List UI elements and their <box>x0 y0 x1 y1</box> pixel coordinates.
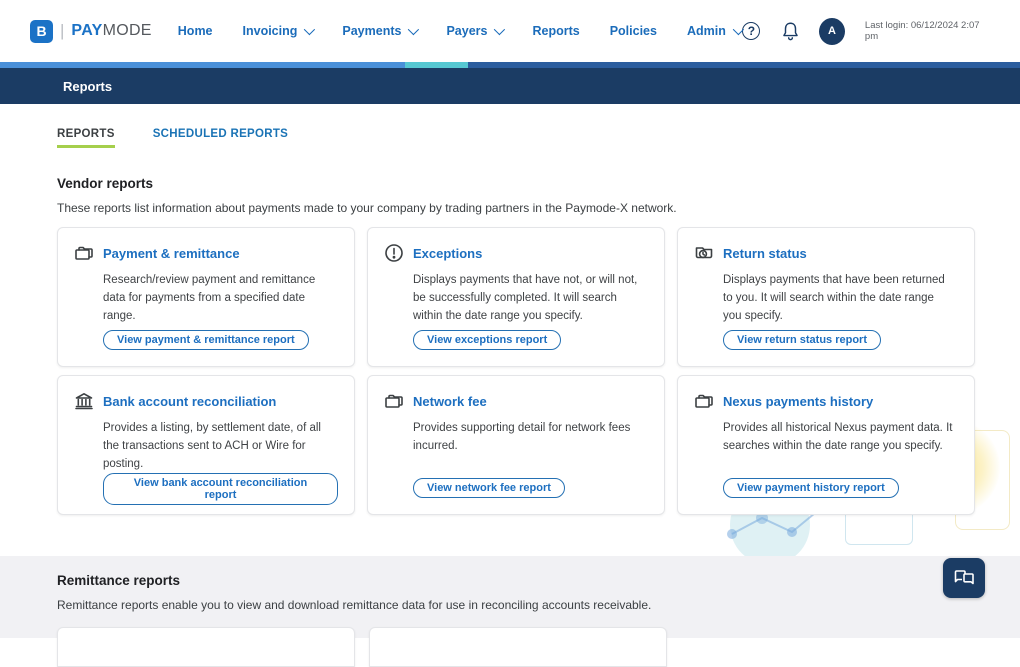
logo-mode: MODE <box>103 22 152 39</box>
tab-scheduled-reports[interactable]: SCHEDULED REPORTS <box>153 128 288 148</box>
card-title: Nexus payments history <box>723 394 873 409</box>
remittance-card-partial <box>369 627 667 667</box>
page-title: Reports <box>63 79 112 94</box>
top-navbar: B | PAYMODE Home Invoicing Payments Paye… <box>0 0 1020 62</box>
paymode-logo[interactable]: B | PAYMODE <box>30 20 152 43</box>
card-description: Provides all historical Nexus payment da… <box>723 420 954 456</box>
view-bank-account-reconciliation-report-button[interactable]: View bank account reconciliation report <box>103 473 338 505</box>
nav-label: Reports <box>532 24 579 38</box>
folders-icon <box>384 391 404 411</box>
card-description: Provides supporting detail for network f… <box>413 420 644 456</box>
folders-icon <box>694 391 714 411</box>
nav-item-payments[interactable]: Payments <box>342 24 416 38</box>
view-network-fee-report-button[interactable]: View network fee report <box>413 478 565 498</box>
card-description: Displays payments that have been returne… <box>723 272 954 325</box>
card-header: Nexus payments history <box>694 391 958 411</box>
nav-label: Payers <box>446 24 487 38</box>
view-payment-remittance-report-button[interactable]: View payment & remittance report <box>103 330 309 350</box>
nav-item-invoicing[interactable]: Invoicing <box>243 24 313 38</box>
logo-separator: | <box>60 21 64 41</box>
nav-item-reports[interactable]: Reports <box>532 24 579 38</box>
card-network-fee: Network fee Provides supporting detail f… <box>367 375 665 515</box>
chevron-down-icon <box>408 24 419 35</box>
card-description: Provides a listing, by settlement date, … <box>103 420 334 473</box>
nav-item-home[interactable]: Home <box>178 24 213 38</box>
card-exceptions: Exceptions Displays payments that have n… <box>367 227 665 367</box>
nav-item-admin[interactable]: Admin <box>687 24 741 38</box>
notifications-button[interactable] <box>780 20 801 42</box>
card-description: Research/review payment and remittance d… <box>103 272 334 325</box>
logo-wordmark: PAYMODE <box>71 22 151 40</box>
nav-item-policies[interactable]: Policies <box>610 24 657 38</box>
remittance-reports-section: Remittance reports Remittance reports en… <box>0 556 1020 638</box>
view-return-status-report-button[interactable]: View return status report <box>723 330 881 350</box>
nav-label: Invoicing <box>243 24 298 38</box>
return-clock-icon <box>694 243 714 263</box>
card-title: Return status <box>723 246 807 261</box>
card-header: Exceptions <box>384 243 648 263</box>
help-icon: ? <box>742 22 760 40</box>
user-avatar[interactable]: A <box>819 18 845 45</box>
card-bank-account-reconciliation: Bank account reconciliation Provides a l… <box>57 375 355 515</box>
view-payment-history-report-button[interactable]: View payment history report <box>723 478 899 498</box>
folders-icon <box>74 243 94 263</box>
remittance-card-partial <box>57 627 355 667</box>
remittance-reports-description: Remittance reports enable you to view an… <box>57 598 1020 612</box>
vendor-reports-section-header: Vendor reports These reports list inform… <box>0 148 1020 215</box>
page-title-bar: Reports <box>0 68 1020 104</box>
remittance-reports-title: Remittance reports <box>57 573 1020 588</box>
card-description: Displays payments that have not, or will… <box>413 272 644 325</box>
vendor-reports-title: Vendor reports <box>57 176 1020 191</box>
card-header: Bank account reconciliation <box>74 391 338 411</box>
card-header: Return status <box>694 243 958 263</box>
card-title: Network fee <box>413 394 487 409</box>
remittance-section-header: Remittance reports Remittance reports en… <box>0 556 1020 612</box>
nav-label: Admin <box>687 24 726 38</box>
chevron-down-icon <box>494 24 505 35</box>
view-exceptions-report-button[interactable]: View exceptions report <box>413 330 561 350</box>
remittance-report-cards <box>57 627 1020 667</box>
card-header: Payment & remittance <box>74 243 338 263</box>
card-nexus-payments-history: Nexus payments history Provides all hist… <box>677 375 975 515</box>
bank-icon <box>74 391 94 411</box>
last-login-text: Last login: 06/12/2024 2:07 pm <box>865 20 990 42</box>
card-title: Payment & remittance <box>103 246 240 261</box>
nav-label: Payments <box>342 24 401 38</box>
card-title: Bank account reconciliation <box>103 394 276 409</box>
report-tabs: REPORTS SCHEDULED REPORTS <box>0 104 1020 148</box>
vendor-reports-description: These reports list information about pay… <box>57 201 1020 215</box>
vendor-report-cards: Payment & remittance Research/review pay… <box>57 227 1020 515</box>
bell-icon <box>781 21 800 41</box>
nav-label: Policies <box>610 24 657 38</box>
paymode-b-mark-icon: B <box>30 20 53 43</box>
help-button[interactable]: ? <box>741 20 762 42</box>
card-header: Network fee <box>384 391 648 411</box>
feedback-chat-button[interactable] <box>943 558 985 598</box>
chevron-down-icon <box>304 24 315 35</box>
nav-item-payers[interactable]: Payers <box>446 24 502 38</box>
card-return-status: Return status Displays payments that hav… <box>677 227 975 367</box>
main-nav: Home Invoicing Payments Payers Reports P… <box>178 24 741 38</box>
logo-pay: PAY <box>71 22 102 39</box>
tab-reports[interactable]: REPORTS <box>57 128 115 148</box>
nav-label: Home <box>178 24 213 38</box>
chat-bubbles-icon <box>954 569 974 587</box>
card-title: Exceptions <box>413 246 482 261</box>
navbar-right: ? A Last login: 06/12/2024 2:07 pm <box>741 18 990 45</box>
exclamation-circle-icon <box>384 243 404 263</box>
card-payment-remittance: Payment & remittance Research/review pay… <box>57 227 355 367</box>
